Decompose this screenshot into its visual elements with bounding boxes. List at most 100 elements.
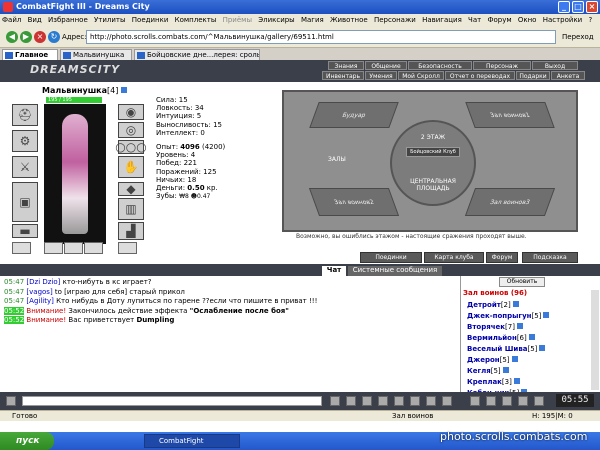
go-button[interactable]: Переход [562,31,594,43]
tab-main[interactable]: Главное [2,49,58,60]
gloves-slot[interactable]: ✋ [118,156,144,178]
top-btn-profile[interactable]: Анкета [551,71,585,80]
player-item[interactable]: Джерон[5] [467,355,549,366]
top-btn-gifts[interactable]: Подарки [516,71,550,80]
tool-icon[interactable] [518,396,528,406]
info-icon[interactable] [121,87,128,93]
tool-icon[interactable] [486,396,496,406]
small-slot-5[interactable] [118,242,137,254]
hint-button[interactable]: Подсказка [522,252,578,263]
menu-utilities[interactable]: Утилиты [92,16,128,24]
send-icon[interactable] [330,396,340,406]
menu-view[interactable]: Вид [26,16,44,24]
players-scrollbar[interactable] [591,290,599,390]
chat-nick[interactable]: [Dzi Dzio] [26,278,60,286]
refresh-button[interactable]: Обновить [499,277,545,287]
player-item[interactable]: Креплак[3] [467,377,549,388]
translit-icon[interactable] [378,396,388,406]
belt-slot[interactable]: ▬ [12,224,38,238]
top-btn-character[interactable]: Персонаж [473,61,531,70]
chat-input[interactable] [22,396,322,406]
legs-slot[interactable]: ▥ [118,198,144,220]
menu-navigation[interactable]: Навигация [420,16,464,24]
start-button[interactable]: пуск [0,432,54,450]
small-slot-1[interactable] [12,242,31,254]
menu-elixirs[interactable]: Эликсиры [256,16,297,24]
back-icon[interactable]: ◀ [6,31,18,43]
player-item[interactable]: Кегля[5] [467,366,549,377]
central-square[interactable] [390,120,476,206]
taskbar-item[interactable]: CombatFight [144,434,240,448]
armor-slot[interactable]: ▣ [12,182,38,222]
club-map-button[interactable]: Карта клуба [424,252,484,263]
maximize-button[interactable]: □ [572,1,584,13]
menu-tricks[interactable]: Приёмы [221,16,254,24]
forum-button[interactable]: Форум [486,252,518,263]
top-btn-knowledge[interactable]: Знания [328,61,364,70]
fights-button[interactable]: Поединки [360,252,422,263]
address-input[interactable] [86,30,556,44]
tab-chat[interactable]: Чат [322,266,346,276]
close-button[interactable]: × [586,1,598,13]
clear-icon[interactable] [346,396,356,406]
player-item[interactable]: Веселый Шива[5] [467,344,549,355]
shield-slot[interactable]: ◆ [118,182,144,196]
menu-settings[interactable]: Настройки [541,16,585,24]
forward-icon[interactable]: ▶ [20,31,32,43]
menu-file[interactable]: Файл [0,16,23,24]
chat-mode-icon[interactable] [410,396,420,406]
filter-icon[interactable] [362,396,372,406]
room-warriors-2[interactable]: Зал воинов2 [308,188,400,216]
room-boudoir[interactable]: Будуар [309,102,399,128]
weapon-slot[interactable]: ⚔ [12,156,38,178]
necklace-slot[interactable]: ◎ [118,122,144,138]
menu-chat[interactable]: Чат [466,16,483,24]
tab-gallery[interactable]: Бойцовские дне...лерея: срольчи [134,49,260,60]
tab-system-messages[interactable]: Системные сообщения [348,266,442,276]
top-btn-exit[interactable]: Выход [532,61,578,70]
top-btn-social[interactable]: Общение [365,61,407,70]
menu-help[interactable]: ? [586,16,594,24]
tab-profile[interactable]: Мальвинушка [60,49,132,60]
menu-favorites[interactable]: Избранное [46,16,90,24]
menu-fights[interactable]: Поединки [130,16,171,24]
character-name[interactable]: Мальвинушка[4] [42,86,128,95]
menu-characters[interactable]: Персонажи [372,16,418,24]
emoticon-icon[interactable] [6,396,16,406]
top-btn-skills[interactable]: Умения [365,71,397,80]
menu-magic[interactable]: Магия [299,16,326,24]
tool-icon[interactable] [534,396,544,406]
room-warriors-1[interactable]: Зал воинов1 [465,102,555,128]
chat-nick[interactable]: [vagos] [26,288,52,296]
top-btn-my-scroll[interactable]: Мой Скролл [398,71,444,80]
room-warriors-3[interactable]: Зал воинов3 [464,188,556,216]
tool-icon[interactable] [470,396,480,406]
player-item[interactable]: Вторячек[7] [467,322,549,333]
player-item[interactable]: Вермильйон[6] [467,333,549,344]
earring-slot[interactable]: ◉ [118,104,144,120]
helmet-slot[interactable]: ⛑ [12,104,38,126]
small-slot-4[interactable] [84,242,103,254]
refresh-icon[interactable]: ↻ [48,31,60,43]
top-btn-inventory[interactable]: Инвентарь [322,71,364,80]
menu-window[interactable]: Окно [516,16,539,24]
bracer-slot[interactable]: ⚙ [12,130,38,152]
menu-sets[interactable]: Комплекты [173,16,219,24]
small-slot-3[interactable] [64,242,83,254]
small-slot-2[interactable] [44,242,63,254]
smile-icon[interactable] [394,396,404,406]
settings-icon[interactable] [442,396,452,406]
top-btn-transfers[interactable]: Отчет о переводах [445,71,515,80]
chat-nick[interactable]: [Agility] [26,297,53,305]
history-icon[interactable] [426,396,436,406]
ring-slots[interactable]: ○○○ [115,140,147,154]
menu-forum[interactable]: Форум [485,16,513,24]
tool-icon[interactable] [502,396,512,406]
boots-slot[interactable]: ▟ [118,222,144,240]
menu-animal[interactable]: Животное [328,16,370,24]
top-btn-security[interactable]: Безопасность [408,61,472,70]
player-item[interactable]: Джек-попрыгун[5] [467,311,550,322]
player-item[interactable]: Детройт[2] [467,300,549,311]
minimize-button[interactable]: _ [558,1,570,13]
fight-club-button[interactable]: Бойцовский Клуб [406,147,460,157]
